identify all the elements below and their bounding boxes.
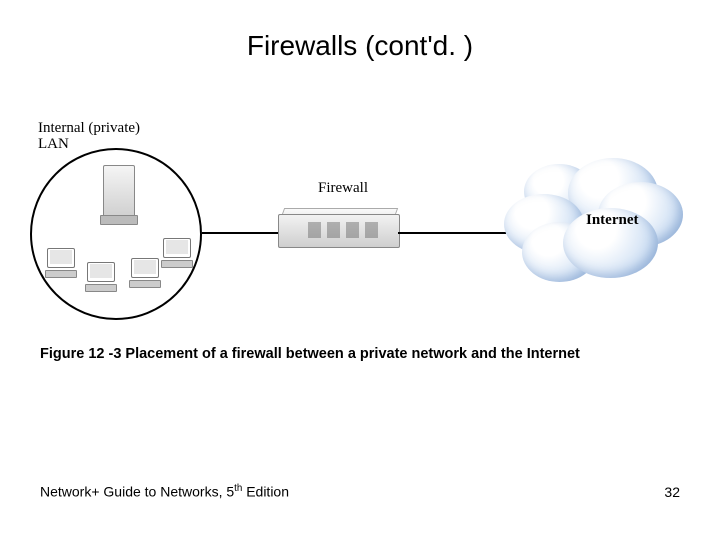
footer-edition-word: Edition [242, 484, 289, 500]
lan-label-line2: LAN [38, 136, 69, 153]
workstation-icon [160, 238, 194, 268]
workstation-icon [44, 248, 78, 278]
footer-book-prefix: Network+ Guide to Networks, 5 [40, 484, 234, 500]
figure-caption: Figure 12 -3 Placement of a firewall bet… [40, 346, 680, 362]
page-number: 32 [664, 484, 680, 500]
slide-title: Firewalls (cont'd. ) [0, 30, 720, 62]
internet-cloud-icon [498, 154, 688, 304]
footer-book-title: Network+ Guide to Networks, 5th Edition [40, 483, 289, 500]
lan-label-line1: Internal (private) [38, 120, 140, 137]
server-icon [100, 165, 136, 225]
firewall-icon [278, 208, 398, 256]
workstation-icon [84, 262, 118, 292]
link-lan-to-firewall [202, 232, 278, 234]
firewall-label: Firewall [318, 180, 368, 197]
workstation-icon [128, 258, 162, 288]
network-diagram: Internal (private) LAN Firewall Internet [30, 120, 690, 320]
link-firewall-to-internet [398, 232, 506, 234]
internet-label: Internet [586, 212, 639, 229]
